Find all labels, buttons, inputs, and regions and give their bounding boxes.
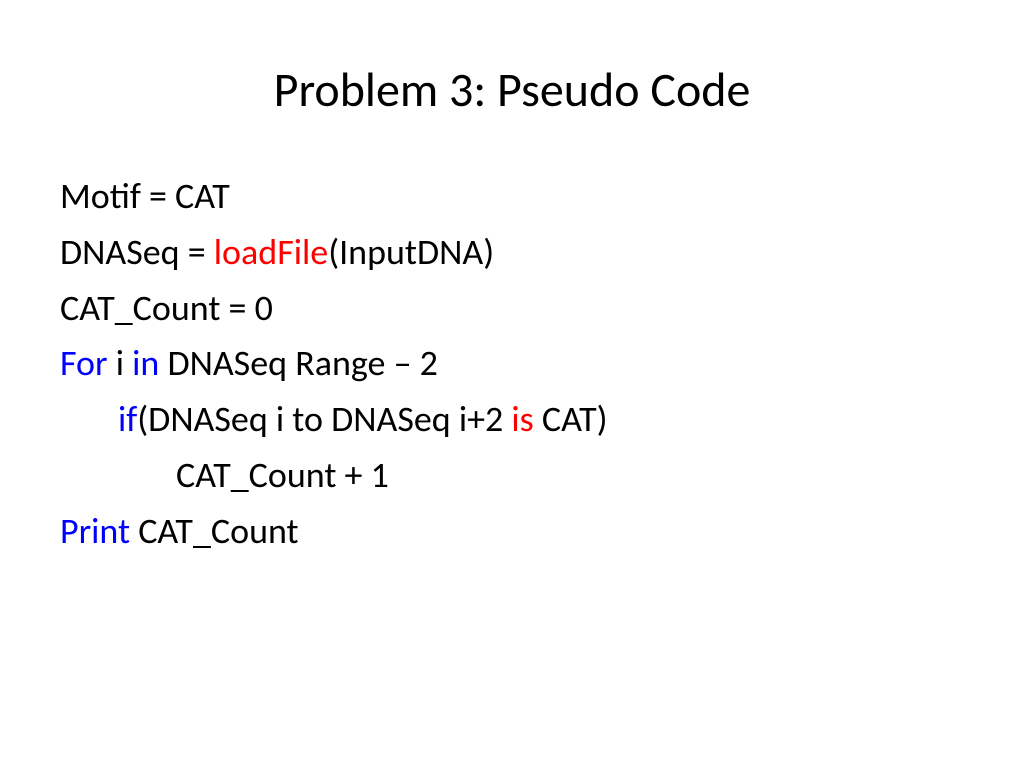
code-text: DNASeq Range – 2 [159, 341, 438, 385]
code-text: (DNASeq i to DNASeq i+2 [137, 397, 511, 441]
code-text: CAT_Count [130, 509, 299, 553]
slide: Problem 3: Pseudo Code Motif = CAT DNASe… [0, 0, 1024, 768]
code-line-7: Print CAT_Count [60, 504, 964, 560]
code-line-2: DNASeq = loadFile(InputDNA) [60, 225, 964, 281]
keyword-if: if [118, 397, 137, 441]
slide-title: Problem 3: Pseudo Code [60, 60, 964, 119]
code-line-6: CAT_Count + 1 [60, 448, 964, 504]
code-text: DNASeq = [60, 230, 214, 274]
code-text: (InputDNA) [328, 230, 494, 274]
keyword-loadfile: loadFile [214, 230, 328, 274]
code-text: CAT) [534, 397, 608, 441]
code-line-1: Motif = CAT [60, 169, 964, 225]
code-line-5: if(DNASeq i to DNASeq i+2 is CAT) [60, 392, 964, 448]
code-line-4: For i in DNASeq Range – 2 [60, 336, 964, 392]
keyword-print: Print [60, 509, 130, 553]
code-text: i [108, 341, 133, 385]
pseudo-code-block: Motif = CAT DNASeq = loadFile(InputDNA) … [60, 169, 964, 560]
keyword-is: is [511, 397, 533, 441]
keyword-in: in [132, 341, 159, 385]
keyword-for: For [60, 341, 108, 385]
code-line-3: CAT_Count = 0 [60, 281, 964, 337]
